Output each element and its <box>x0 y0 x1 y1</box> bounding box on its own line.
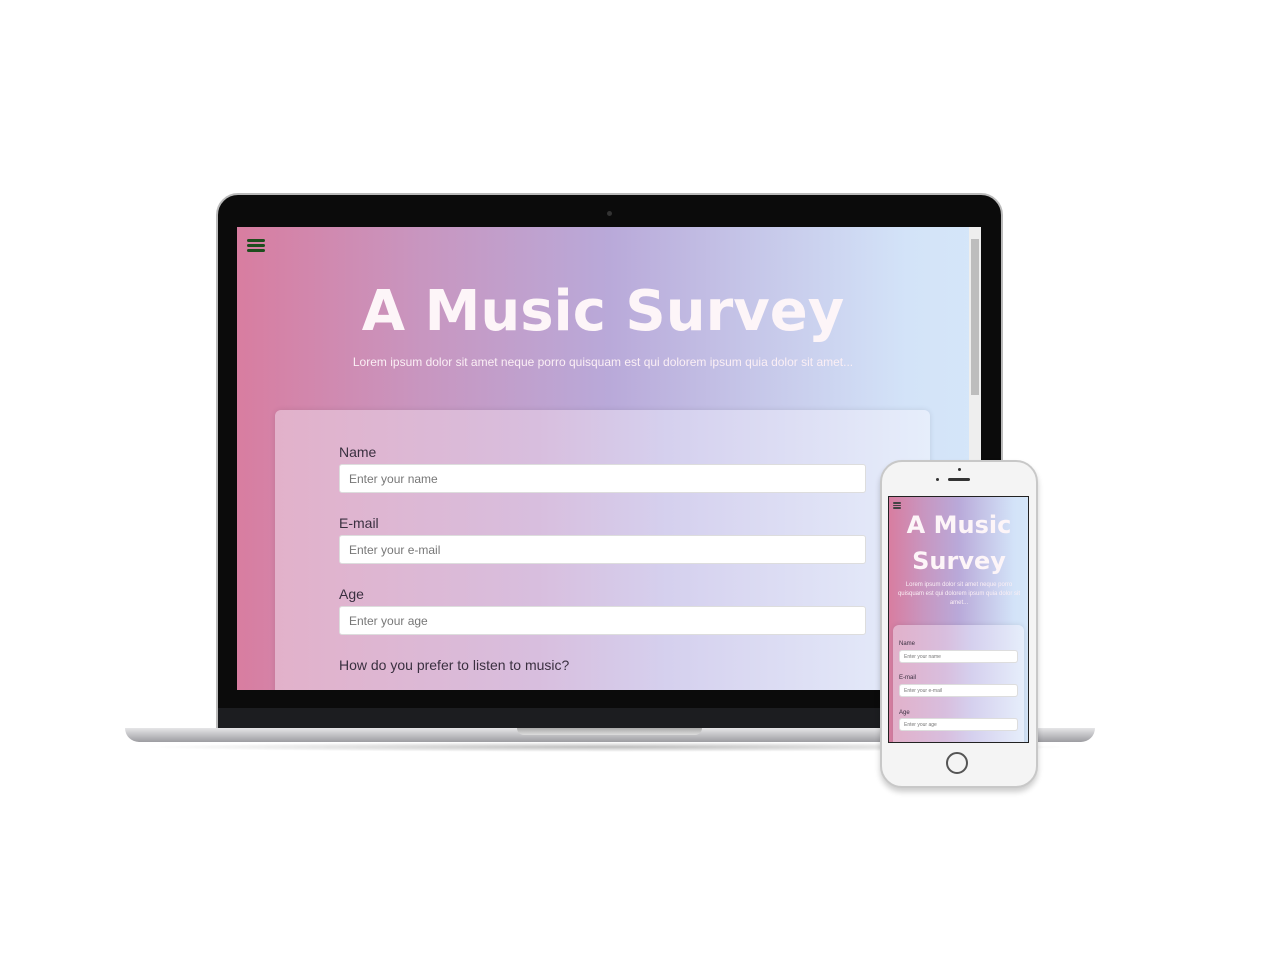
laptop-notch <box>517 728 702 735</box>
phone-screen: A Music Survey Lorem ipsum dolor sit ame… <box>888 496 1029 743</box>
listen-question: How do you prefer to listen to music? <box>339 657 570 673</box>
age-label: Age <box>339 586 364 602</box>
name-input[interactable]: Enter your name <box>899 650 1018 663</box>
survey-form: Name Enter your name E-mail Enter your e… <box>893 625 1024 742</box>
survey-form: Name Enter your name E-mail Enter your e… <box>275 410 930 690</box>
page-title: A Music Survey <box>906 511 1012 575</box>
phone-speaker <box>948 478 970 481</box>
age-input[interactable]: Enter your age <box>899 718 1018 731</box>
email-label: E-mail <box>339 515 379 531</box>
name-label: Name <box>339 444 377 460</box>
age-label: Age <box>899 710 910 716</box>
name-input[interactable]: Enter your name <box>339 464 866 493</box>
page-subtitle: Lorem ipsum dolor sit amet neque porro q… <box>352 355 854 369</box>
phone-home-button[interactable] <box>946 752 968 774</box>
laptop-camera <box>607 211 612 216</box>
name-label: Name <box>899 641 916 647</box>
age-input[interactable]: Enter your age <box>339 606 866 635</box>
email-label: E-mail <box>899 675 917 681</box>
laptop-screen: A Music Survey Lorem ipsum dolor sit ame… <box>237 227 981 690</box>
phone-camera <box>958 468 961 471</box>
hamburger-menu-icon[interactable] <box>247 237 265 254</box>
scrollbar-thumb[interactable] <box>971 239 979 395</box>
email-input[interactable]: Enter your e-mail <box>339 535 866 564</box>
phone-sensor <box>936 478 939 481</box>
page-subtitle: Lorem ipsum dolor sit amet neque porro q… <box>897 582 1021 606</box>
email-input[interactable]: Enter your e-mail <box>899 684 1018 697</box>
page-title: A Music Survey <box>361 279 845 344</box>
